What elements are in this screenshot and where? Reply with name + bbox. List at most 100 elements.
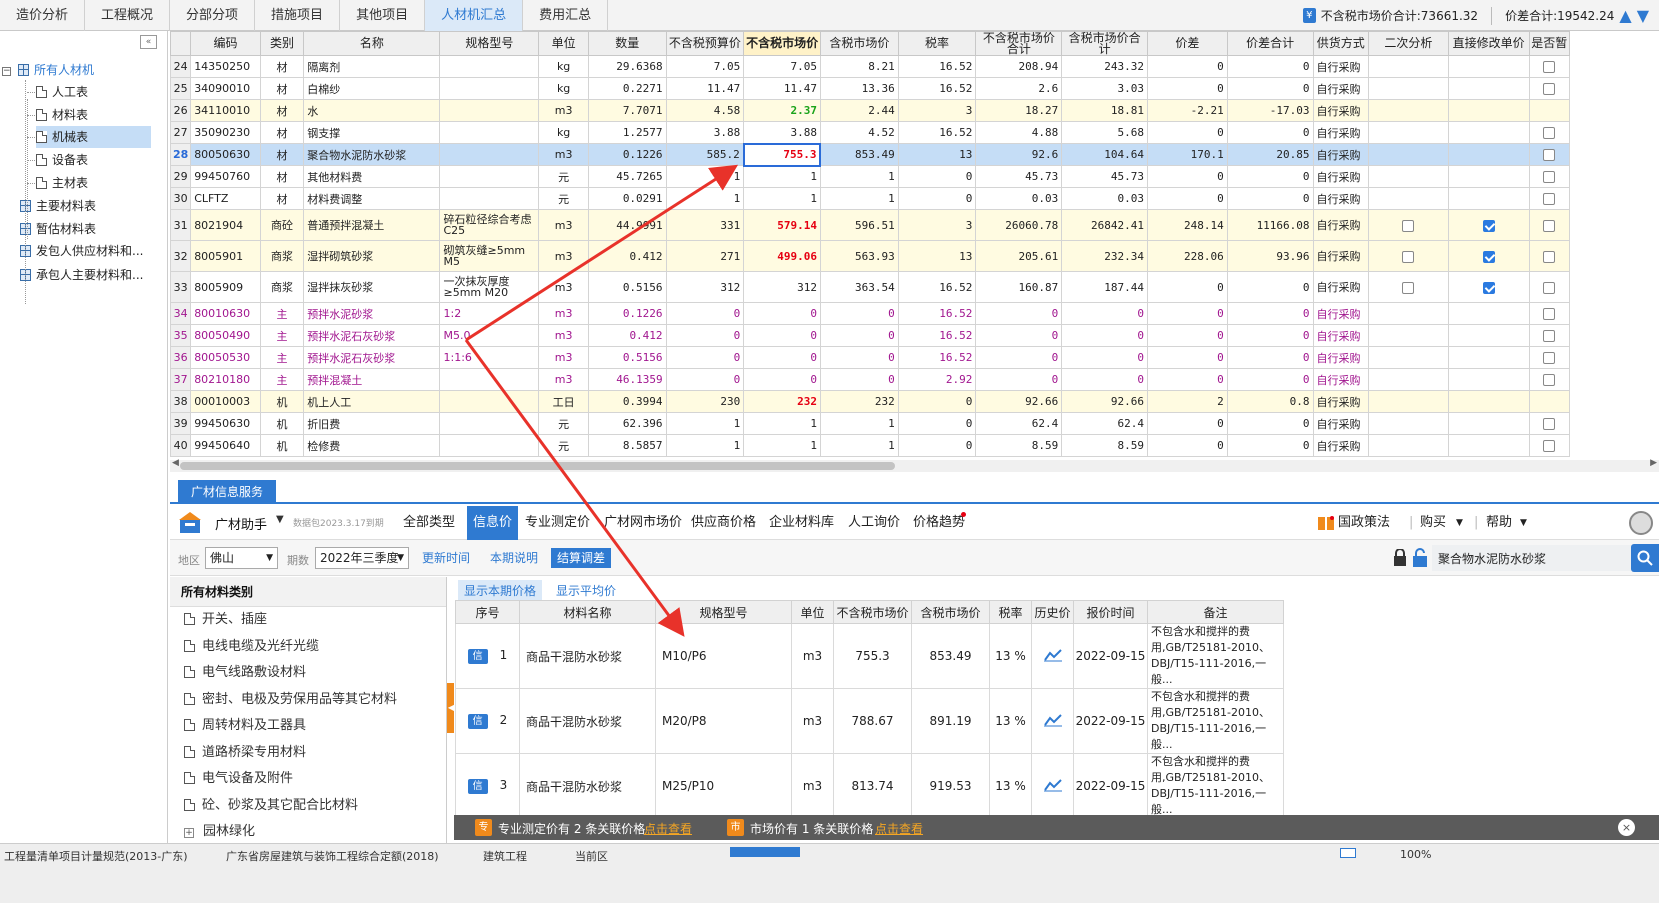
column-header[interactable]: 不含税市场价合计 — [975, 31, 1063, 56]
price-cell-history[interactable] — [1031, 688, 1074, 754]
cell-supply[interactable]: 自行采购 — [1312, 368, 1370, 391]
scroll-left-icon[interactable]: ◀ — [172, 458, 179, 468]
provisional-checkbox[interactable] — [1543, 308, 1556, 320]
table-row[interactable]: 28 80050630 材聚合物水泥防水砂浆 m3 0.1226 585.2 755.3 85… — [170, 142, 1571, 167]
column-header[interactable]: 价差合计 — [1226, 31, 1314, 56]
secondary-analysis-checkbox[interactable] — [1402, 281, 1415, 294]
cell-provisional[interactable] — [1528, 368, 1571, 391]
table-row[interactable]: 38 00010003 机机上人工 工日 0.3994 230 232 232 0 92.66 92… — [170, 390, 1571, 413]
table-row[interactable]: 26 34110010 材水 m3 7.7071 4.58 2.37 2.44 3 18.27 18… — [170, 99, 1571, 122]
close-icon[interactable]: × — [1618, 819, 1635, 836]
column-header[interactable]: 名称 — [303, 31, 441, 56]
cell-mkt[interactable]: 1 — [743, 434, 821, 457]
table-row[interactable]: 25 34090010 材白棉纱 kg 0.2271 11.47 11.47 13.36 16.… — [170, 77, 1571, 100]
arrow-down-icon[interactable]: ▼ — [1637, 6, 1649, 25]
collapse-panel-button[interactable]: « — [140, 35, 157, 49]
tree-item-4[interactable]: 设备表 — [36, 149, 151, 171]
tab-3[interactable]: 措施项目 — [255, 0, 341, 31]
settlement-adjust-button[interactable]: 结算调差 — [551, 548, 612, 568]
provisional-checkbox[interactable] — [1543, 352, 1556, 364]
category-item[interactable]: 开关、插座 — [170, 607, 446, 634]
column-header[interactable]: 类别 — [259, 31, 305, 56]
cell-supply[interactable]: 自行采购 — [1312, 346, 1370, 369]
table-row[interactable]: 35 80050490 主预拌水泥石灰砂浆 M5.0 m3 0.412 0 0 0 16.52 0 0… — [170, 324, 1571, 347]
category-item[interactable]: + 园林绿化 — [170, 819, 446, 846]
price-column-header[interactable]: 规格型号 — [655, 600, 792, 624]
trend-chart-icon[interactable] — [1043, 713, 1062, 727]
cell-mkt[interactable]: 3.88 — [743, 121, 821, 144]
cell-mkt[interactable]: 0 — [743, 346, 821, 369]
region-select[interactable]: 佛山 ▼ — [205, 547, 278, 569]
table-row[interactable]: 39 99450630 机折旧费元 62.396 1 1 1 0 62.4 62.4 0 0 自行采购 — [170, 412, 1571, 435]
direct-edit-price-checkbox[interactable] — [1482, 281, 1495, 294]
category-item[interactable]: 电线电缆及光纤光缆 — [170, 634, 446, 661]
provisional-checkbox[interactable] — [1543, 127, 1556, 139]
tree-item-7[interactable]: 暂估材料表 — [20, 218, 96, 240]
trend-chart-icon[interactable] — [1043, 648, 1062, 662]
column-header[interactable]: 数量 — [587, 31, 667, 56]
tab-1[interactable]: 工程概况 — [85, 0, 171, 31]
tree-item-6[interactable]: 主要材料表 — [20, 195, 96, 217]
provisional-checkbox[interactable] — [1543, 250, 1556, 263]
cell-supply[interactable]: 自行采购 — [1312, 324, 1370, 347]
scroll-right-icon[interactable]: ▶ — [1650, 458, 1657, 468]
column-header[interactable]: 是否暂 — [1528, 31, 1571, 56]
view-market-link[interactable]: 点击查看 — [875, 820, 923, 837]
chevron-down-icon[interactable]: ▼ — [276, 514, 284, 525]
table-row[interactable]: 34 80010630 主预拌水泥砂浆 1:2 m3 0.1226 0 0 0 16.52 0 0 0 0… — [170, 302, 1571, 325]
cell-provisional[interactable] — [1528, 77, 1571, 100]
menu-tab-7[interactable]: 价格趋势 — [910, 506, 968, 540]
menu-tab-1[interactable]: 信息价 — [467, 506, 519, 540]
cell-provisional[interactable] — [1528, 390, 1571, 413]
category-item[interactable]: 砼、砂浆及其它配合比材料 — [170, 793, 446, 820]
price-column-header[interactable]: 报价时间 — [1073, 600, 1148, 624]
cell-supply[interactable]: 自行采购 — [1312, 165, 1370, 188]
cell-provisional[interactable] — [1528, 302, 1571, 325]
price-row[interactable]: 信 2 商品干混防水砂浆 M20/P8 m3 788.67 891.19 13 % 2022-0… — [455, 688, 1284, 754]
column-header[interactable] — [170, 31, 192, 56]
cell-provisional[interactable] — [1528, 271, 1571, 303]
arrow-up-icon[interactable]: ▲ — [1619, 6, 1631, 25]
provisional-checkbox[interactable] — [1543, 219, 1556, 232]
period-description-button[interactable]: 本期说明 — [484, 548, 544, 568]
price-row[interactable]: 信 1 商品干混防水砂浆 M10/P6 m3 755.3 853.49 13 % 2022-09… — [455, 623, 1284, 689]
category-item[interactable]: 周转材料及工器具 — [170, 713, 446, 740]
tab-average-price[interactable]: 显示平均价 — [550, 580, 622, 602]
price-cell-history[interactable] — [1031, 623, 1074, 689]
provisional-checkbox[interactable] — [1543, 330, 1556, 342]
tree-item-1[interactable]: 人工表 — [36, 81, 151, 103]
table-row[interactable]: 31 8021904 商砼 普通预拌混凝土 碎石粒径综合考虑 C25 m3 44.9991 3… — [170, 209, 1571, 241]
table-row[interactable]: 29 99450760 材其他材料费元 45.7265 1 1 1 0 45.73 45.73 0 0… — [170, 165, 1571, 188]
menu-tab-0[interactable]: 全部类型 — [400, 506, 458, 540]
tab-0[interactable]: 造价分析 — [0, 0, 86, 31]
scroll-thumb[interactable] — [180, 462, 895, 470]
cell-mkt[interactable]: 1 — [743, 165, 821, 188]
cell-supply[interactable]: 自行采购 — [1312, 271, 1370, 303]
menu-tab-2[interactable]: 专业测定价 — [522, 506, 593, 540]
cell-mkt[interactable]: 1 — [743, 187, 821, 210]
cell-provisional[interactable] — [1528, 187, 1571, 210]
cell-mkt[interactable]: 11.47 — [743, 77, 821, 100]
price-column-header[interactable]: 历史价 — [1031, 600, 1074, 624]
chevron-down-icon[interactable]: ▼ — [1520, 506, 1527, 540]
tree-item-3[interactable]: 机械表 — [36, 126, 151, 148]
menu-tab-3[interactable]: 广材网市场价 — [601, 506, 685, 540]
cell-supply[interactable]: 自行采购 — [1312, 99, 1370, 122]
tree-item-2[interactable]: 材料表 — [36, 104, 151, 126]
cell-provisional[interactable] — [1528, 434, 1571, 457]
price-row[interactable]: 信 3 商品干混防水砂浆 M25/P10 m3 813.74 919.53 13 % 2022-… — [455, 753, 1284, 819]
cell-mkt[interactable]: 579.14 — [743, 209, 821, 241]
cell-mkt[interactable]: 312 — [743, 271, 821, 303]
cell-provisional[interactable] — [1528, 99, 1571, 122]
column-header[interactable]: 编码 — [190, 31, 261, 56]
cell-mkt[interactable]: 0 — [743, 302, 821, 325]
period-select[interactable]: 2022年三季度 ▼ — [315, 547, 409, 569]
column-header[interactable]: 税率 — [897, 31, 977, 56]
column-header[interactable]: 含税市场价 — [819, 31, 899, 56]
cell-supply[interactable]: 自行采购 — [1312, 209, 1370, 241]
cell-mkt[interactable]: 2.37 — [743, 99, 821, 122]
direct-edit-price-checkbox[interactable] — [1482, 219, 1495, 232]
cell-provisional[interactable] — [1528, 143, 1571, 166]
category-item[interactable]: 电气线路敷设材料 — [170, 660, 446, 687]
search-button[interactable] — [1631, 544, 1659, 572]
